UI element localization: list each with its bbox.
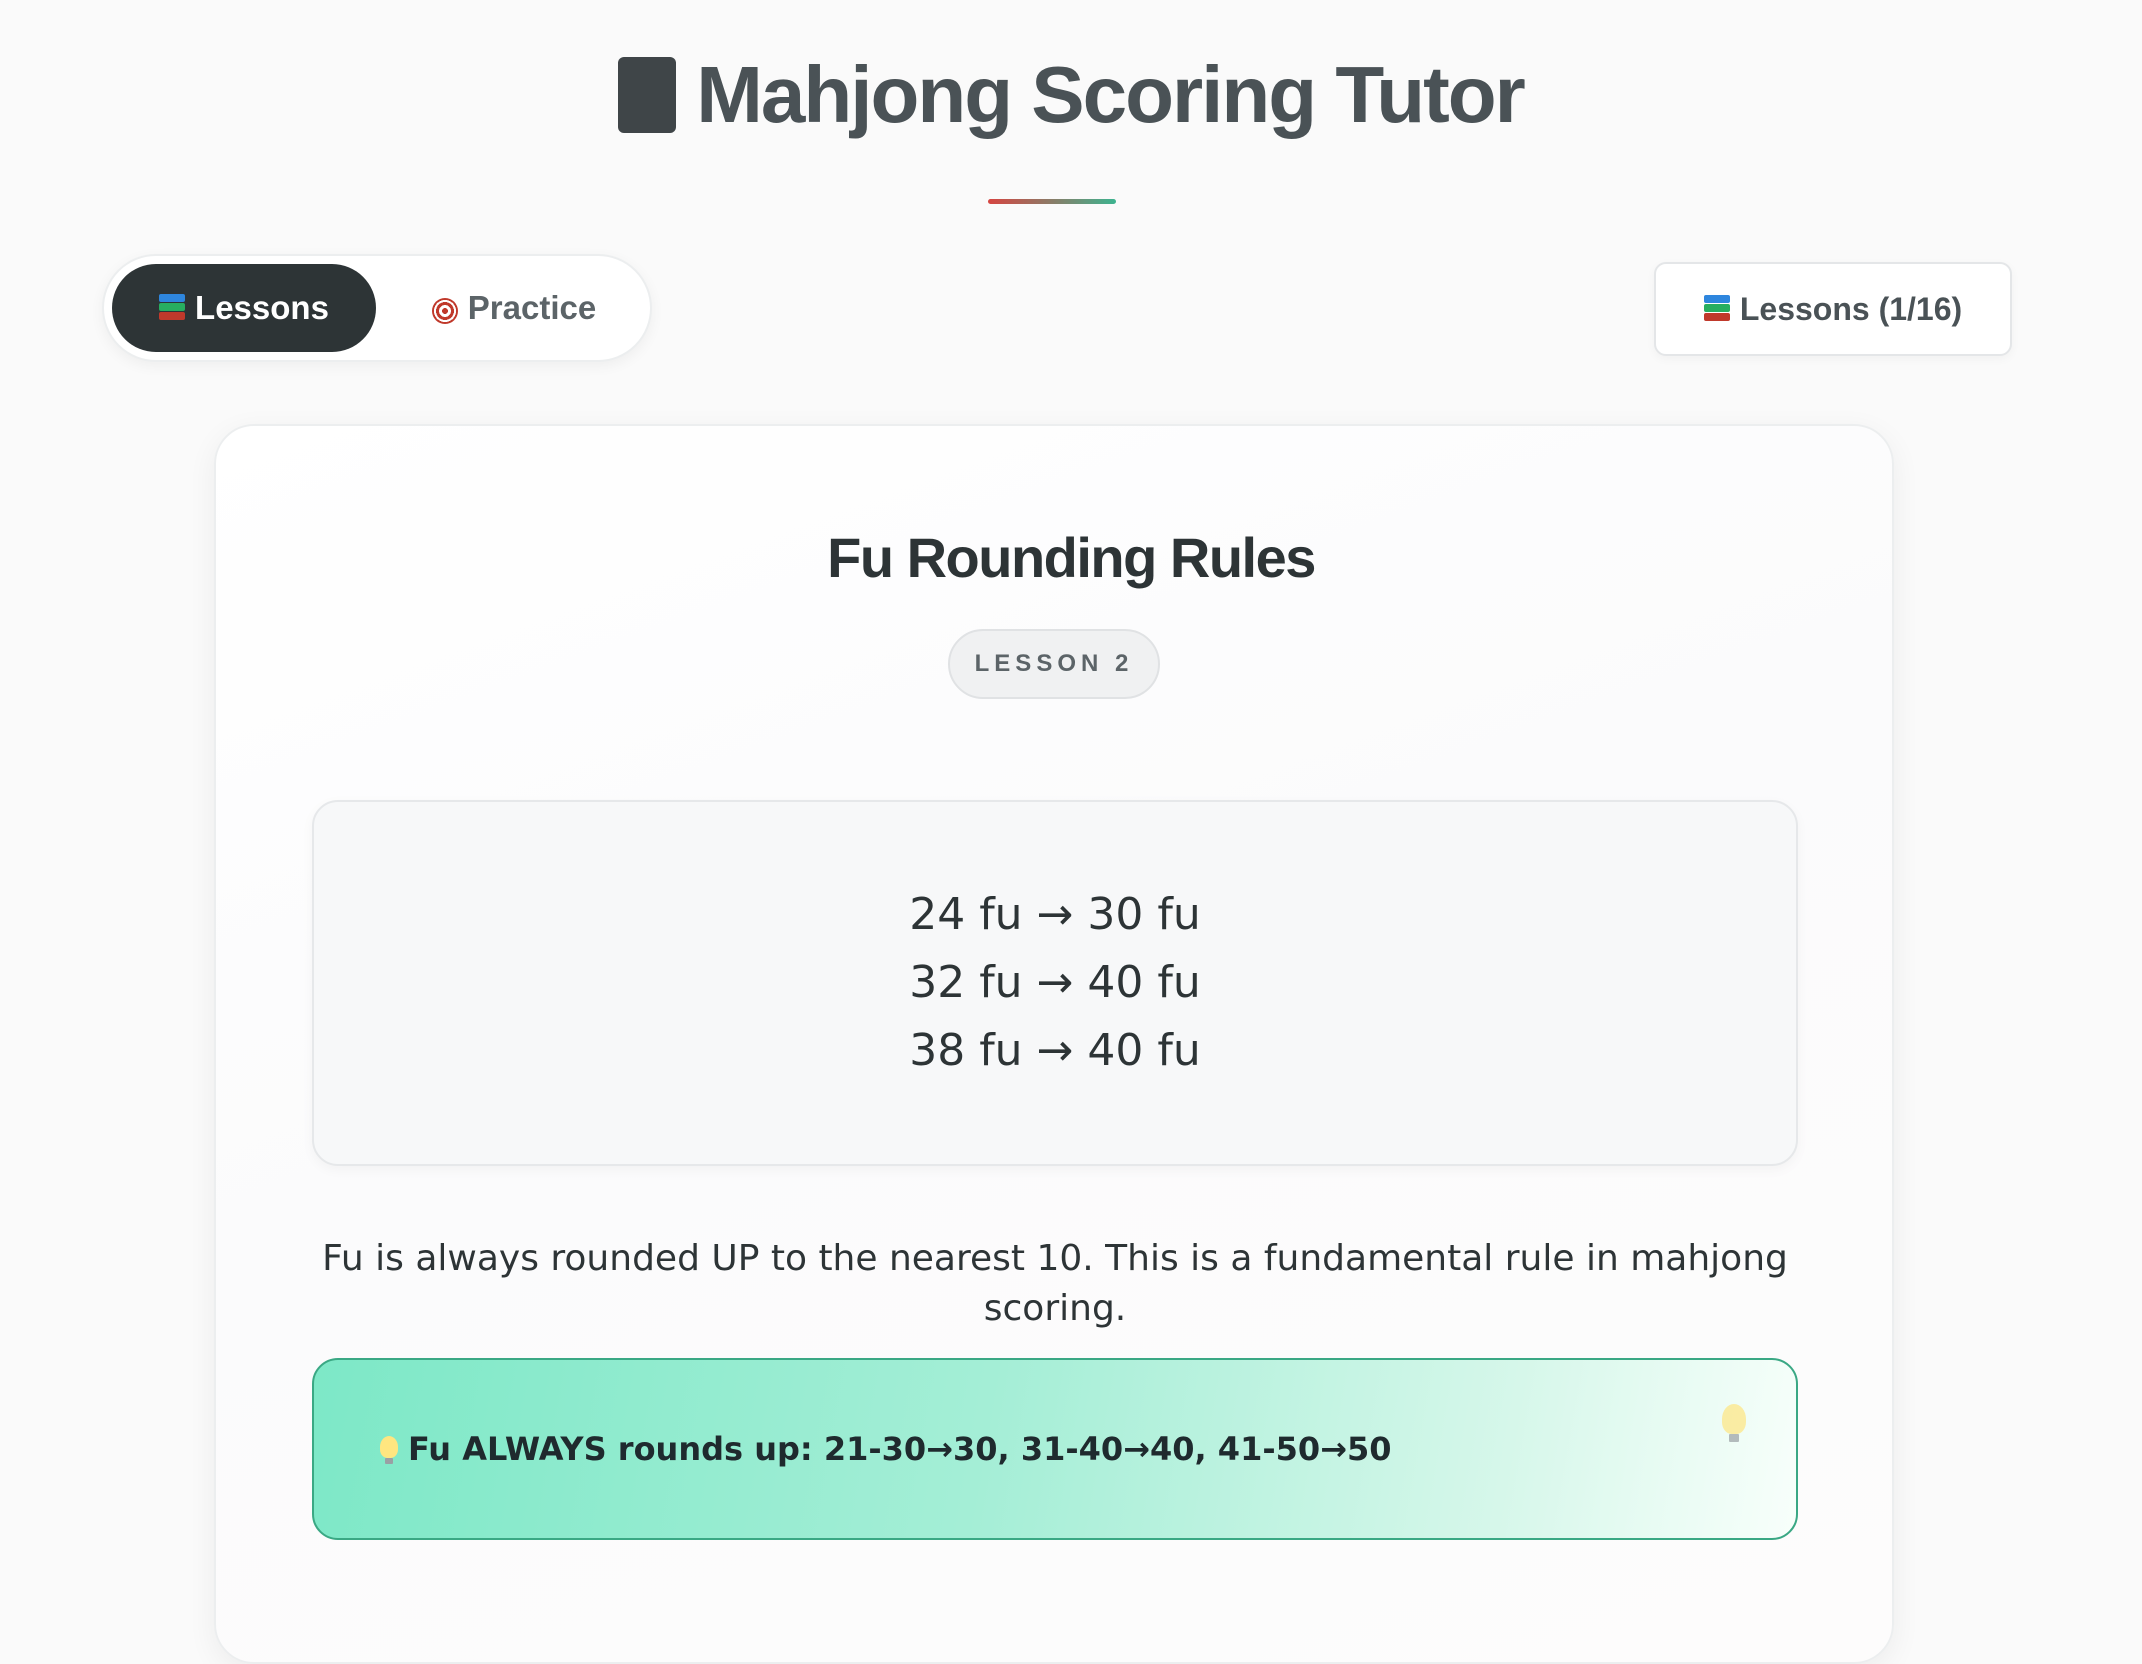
tab-lessons-label: Lessons <box>195 289 329 326</box>
lightbulb-icon <box>380 1436 398 1464</box>
mahjong-tile-icon <box>618 57 677 133</box>
lesson-title: Fu Rounding Rules <box>827 526 1316 589</box>
lessons-counter-label: Lessons (1/16) <box>1739 290 1963 327</box>
app-title-text: Mahjong Scoring Tutor <box>696 50 1526 139</box>
books-icon <box>1703 295 1730 323</box>
app-header: Mahjong Scoring Tutor <box>0 40 2142 150</box>
lessons-list-button[interactable]: Lessons (1/16) <box>1654 262 2012 356</box>
tab-practice[interactable]: Practice <box>404 264 624 352</box>
lesson-badge: LESSON 2 <box>948 629 1160 699</box>
app-title: Mahjong Scoring Tutor <box>618 40 1526 150</box>
books-icon <box>159 294 186 322</box>
lightbulb-icon <box>1722 1404 1746 1442</box>
tip-box: Fu ALWAYS rounds up: 21-30→30, 31-40→40,… <box>312 1358 1798 1540</box>
tab-lessons[interactable]: Lessons <box>112 264 376 352</box>
tip-text: Fu ALWAYS rounds up: 21-30→30, 31-40→40,… <box>408 1430 1392 1468</box>
tab-practice-label: Practice <box>467 289 597 326</box>
mode-tabs: Lessons Practice <box>102 254 652 362</box>
title-underline <box>988 199 1116 204</box>
example-box: 24 fu → 30 fu 32 fu → 40 fu 38 fu → 40 f… <box>312 800 1798 1166</box>
example-line: 32 fu → 40 fu <box>909 957 1201 1008</box>
lesson-description: Fu is always rounded UP to the nearest 1… <box>322 1238 1788 1329</box>
target-icon <box>431 298 458 324</box>
example-line: 38 fu → 40 fu <box>909 1025 1201 1076</box>
example-line: 24 fu → 30 fu <box>909 889 1201 940</box>
